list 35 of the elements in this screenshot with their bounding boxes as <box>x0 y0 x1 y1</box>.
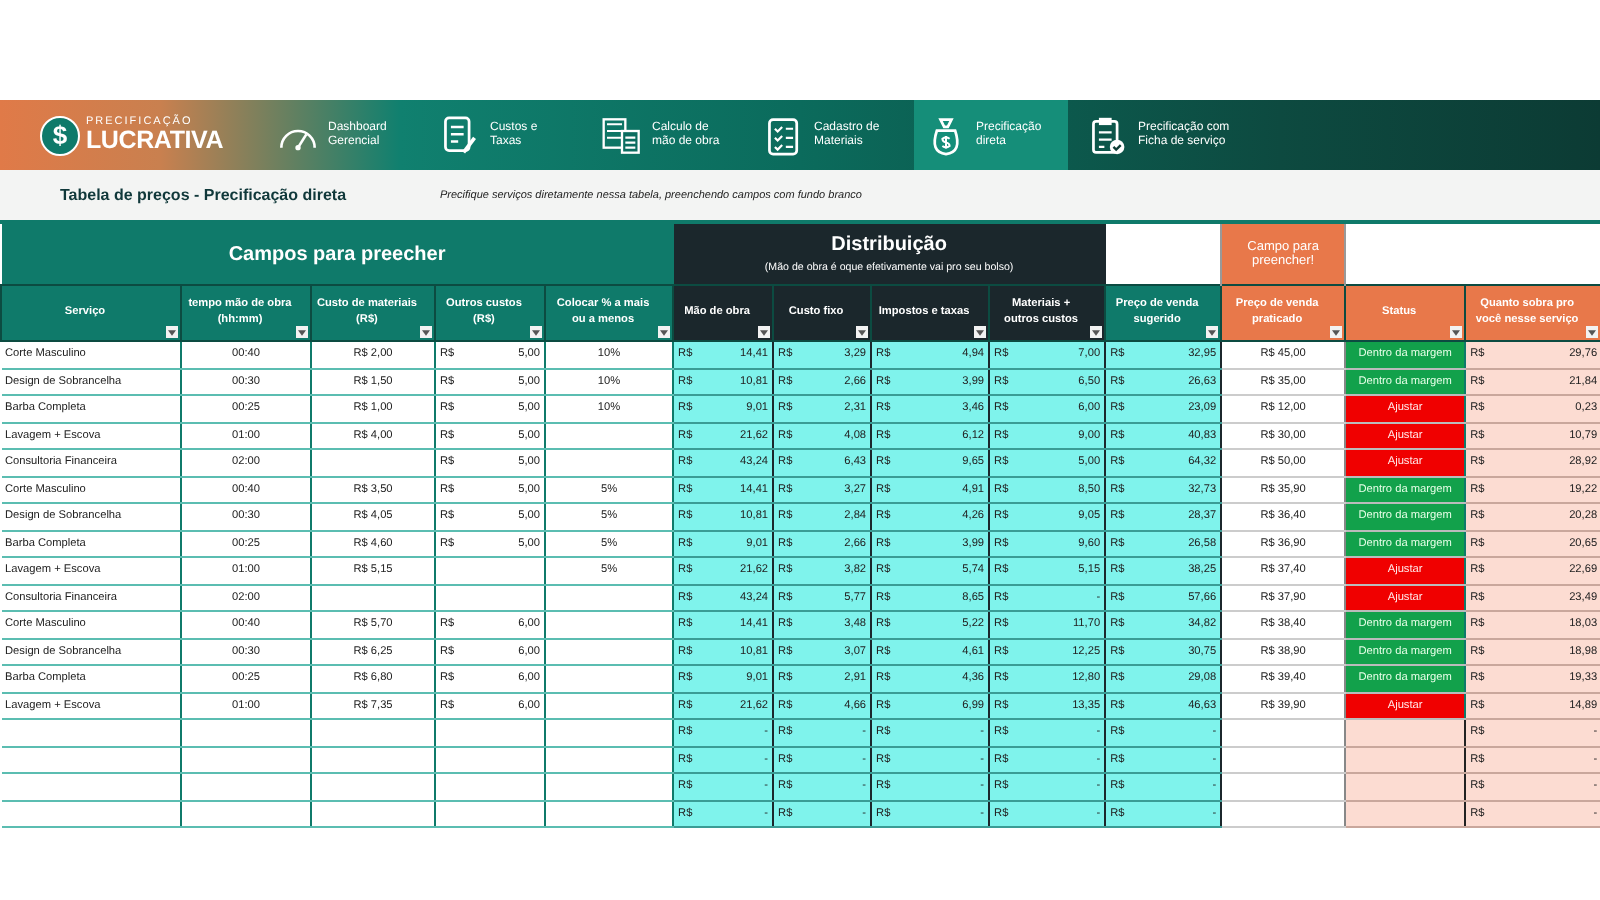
document-pencil-icon <box>440 115 480 155</box>
caret-icon <box>298 329 306 335</box>
filter-button[interactable] <box>420 326 432 338</box>
brand-name: LUCRATIVA <box>86 128 224 153</box>
group-title: Distribuição <box>831 234 947 256</box>
checklist-icon <box>764 115 804 155</box>
filter-button[interactable] <box>1330 326 1343 338</box>
caret-icon <box>1332 329 1341 335</box>
caret-icon <box>422 329 430 335</box>
calculator-icon <box>602 115 642 155</box>
filter-button[interactable] <box>1090 326 1103 338</box>
caret-icon <box>760 329 769 335</box>
filter-button[interactable] <box>1586 326 1599 338</box>
clipboard-check-icon <box>1088 115 1128 155</box>
caret-icon <box>976 329 985 335</box>
filter-button[interactable] <box>296 326 308 338</box>
page-title: Tabela de preços - Precificação direta <box>60 186 349 204</box>
filter-button[interactable] <box>166 326 178 338</box>
caret-icon <box>1452 329 1461 335</box>
filter-button[interactable] <box>856 326 869 338</box>
caret-icon <box>1092 329 1101 335</box>
caret-icon <box>660 329 669 335</box>
caret-icon <box>168 329 176 335</box>
filter-button[interactable] <box>1450 326 1463 338</box>
group-header: Campos para preecher <box>1 224 674 285</box>
caret-icon <box>1588 329 1597 335</box>
filter-button[interactable] <box>974 326 987 338</box>
filter-button[interactable] <box>758 326 771 338</box>
caret-icon <box>1208 329 1217 335</box>
filter-button[interactable] <box>530 326 542 338</box>
brand-coin-icon: $ <box>40 115 80 155</box>
filter-button[interactable] <box>658 326 671 338</box>
caret-icon <box>532 329 540 335</box>
caret-icon <box>858 329 867 335</box>
filter-button[interactable] <box>1206 326 1219 338</box>
